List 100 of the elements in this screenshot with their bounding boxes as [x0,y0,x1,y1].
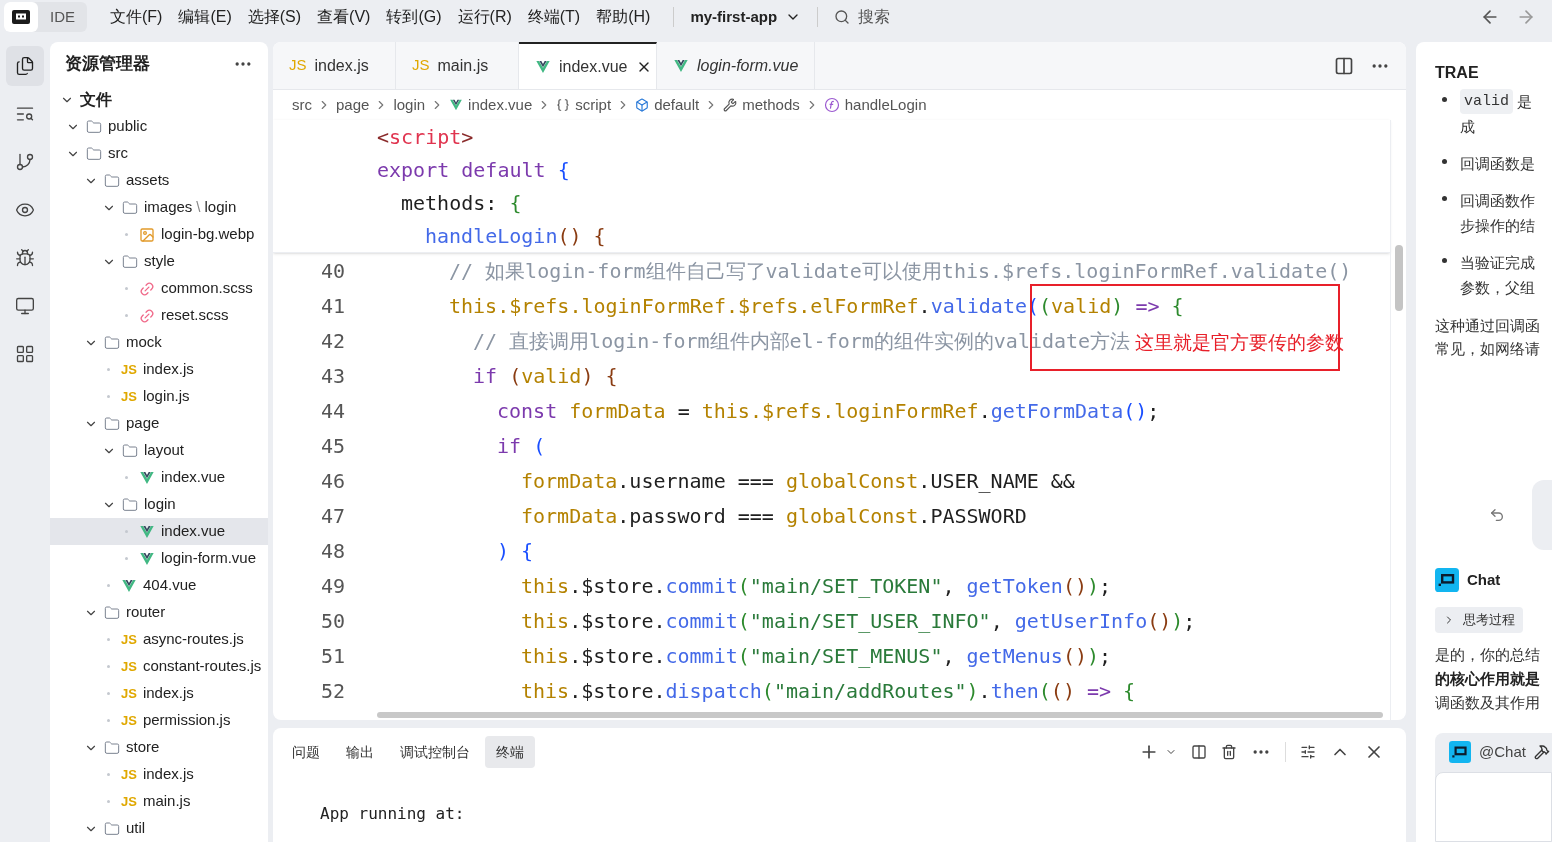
tree-item[interactable]: 404.vue [50,572,268,599]
editor-tab[interactable]: index.vue [519,42,657,89]
code-line: ) { [497,537,534,565]
menu-item[interactable]: 运行(R) [450,5,519,29]
line-number: 40 [320,257,345,285]
code-line: formData.username === globalConst.USER_NAME && [521,467,1075,495]
code-line: this.$store.commit("main/SET_MENUS", getMenus()); [521,642,1112,670]
tree-item[interactable]: JS main.js [50,788,268,815]
menu-item[interactable]: 选择(S) [240,5,309,29]
js-icon: JS [121,386,137,407]
tree-item[interactable]: JS index.js [50,761,268,788]
paragraph-text: 这种通过回调函 [1435,316,1541,336]
bullet-text: 参数，父组 [1460,278,1535,298]
line-number: 48 [320,537,345,565]
panel-tab[interactable]: 调试控制台 [389,736,481,768]
breadcrumb-item[interactable]: page [336,93,370,117]
line-number: 46 [320,467,345,495]
tree-item[interactable]: JS async-routes.js [50,626,268,653]
js-icon: JS [121,764,137,785]
menu-item[interactable]: 转到(G) [379,5,449,29]
code-line: if ( [497,432,546,460]
menu-item[interactable]: 编辑(E) [171,5,239,29]
tree-item[interactable]: style [50,248,268,275]
breadcrumb-item[interactable]: methods [742,93,800,117]
js-icon: JS [412,54,430,77]
tree-item[interactable]: index.vue [50,518,268,545]
code-line: const formData = this.$refs.loginFormRef.getFormData(); [497,397,1160,425]
tree-item[interactable]: login-form.vue [50,545,268,572]
line-number: 47 [320,502,345,530]
editor-tab[interactable]: JS index.js [273,42,396,89]
chat-input[interactable]: @Chat [1435,733,1552,842]
tree-item[interactable]: mock [50,329,268,356]
menu-item[interactable]: 帮助(H) [589,5,658,29]
tree-item[interactable]: JS index.js [50,680,268,707]
bullet-text: 成 [1460,117,1475,137]
panel-title: TRAE [1435,63,1480,83]
line-number: 42 [320,327,345,355]
answer-text: 的核心作用就是 [1435,669,1541,689]
tree-item[interactable]: JS index.js [50,356,268,383]
breadcrumb-item[interactable]: index.vue [468,93,533,117]
tree-item[interactable]: public [50,113,268,140]
inline-code: valid [1460,89,1513,114]
code-line: if (valid) { [473,362,618,390]
line-number: 50 [320,607,345,635]
tree-item[interactable]: assets [50,167,268,194]
panel-tab[interactable]: 终端 [485,736,535,768]
breadcrumb-item[interactable]: default [654,93,700,117]
tree-item[interactable]: src [50,140,268,167]
tree-item[interactable]: common.scss [50,275,268,302]
bullet-text: 步操作的结 [1460,216,1535,236]
line-number: 44 [320,397,345,425]
breadcrumb-item[interactable]: script [575,93,612,117]
code-line: export default { [377,156,570,184]
terminal-line: App running at: [320,803,466,825]
line-number: 49 [320,572,345,600]
menu-item[interactable]: 终端(T) [520,5,588,29]
menu-item[interactable]: 文件(F) [103,5,170,29]
answer-text: 调函数及其作用 [1435,693,1541,713]
bullet-text: 回调函数作 [1460,191,1535,211]
panel-tab[interactable]: 输出 [335,736,385,768]
line-number: 45 [320,432,345,460]
thinking-toggle[interactable]: 思考过程 [1435,607,1523,633]
paragraph-text: 常见，如网络请 [1435,339,1541,359]
tree-item[interactable]: 文件 [50,86,268,113]
bullet-text: 是 [1517,92,1532,112]
tree-item[interactable]: images \ login [50,194,268,221]
editor-tab[interactable]: login-form.vue [657,42,815,89]
tree-item[interactable]: router [50,599,268,626]
code-line: this.$store.commit("main/SET_USER_INFO", getUserInfo()); [521,607,1196,635]
tree-item[interactable]: index.vue [50,464,268,491]
breadcrumb-item[interactable]: src [292,93,312,117]
js-icon: JS [121,656,137,677]
project-switcher[interactable]: my-first-app [690,5,802,29]
tree-item[interactable]: page [50,410,268,437]
panel-tab[interactable]: 问题 [281,736,331,768]
js-icon: JS [121,710,137,731]
code-line: methods: { [401,189,522,217]
editor-tab[interactable]: JS main.js [396,42,519,89]
menu-item[interactable]: 查看(V) [310,5,378,29]
search-field[interactable]: 搜索 [834,5,891,29]
panel-title: 资源管理器 [65,53,150,76]
js-icon: JS [289,54,307,77]
tree-item[interactable]: util [50,815,268,842]
tree-item[interactable]: JS constant-routes.js [50,653,268,680]
tree-item[interactable]: store [50,734,268,761]
breadcrumb-item[interactable]: handleLogin [844,93,927,117]
line-number: 52 [320,677,345,705]
tree-item[interactable]: reset.scss [50,302,268,329]
tree-item[interactable]: layout [50,437,268,464]
bullet-text: 回调函数是 [1460,154,1535,174]
line-number: 51 [320,642,345,670]
js-icon: JS [121,683,137,704]
tree-item[interactable]: login-bg.webp [50,221,268,248]
breadcrumb-item[interactable]: login [393,93,426,117]
code-line: this.$store.dispatch("main/addRoutes").then(() => { [521,677,1136,705]
tree-item[interactable]: JS permission.js [50,707,268,734]
agent-mention: @Chat [1479,742,1526,762]
js-icon: JS [121,629,137,650]
tree-item[interactable]: JS login.js [50,383,268,410]
tree-item[interactable]: login [50,491,268,518]
